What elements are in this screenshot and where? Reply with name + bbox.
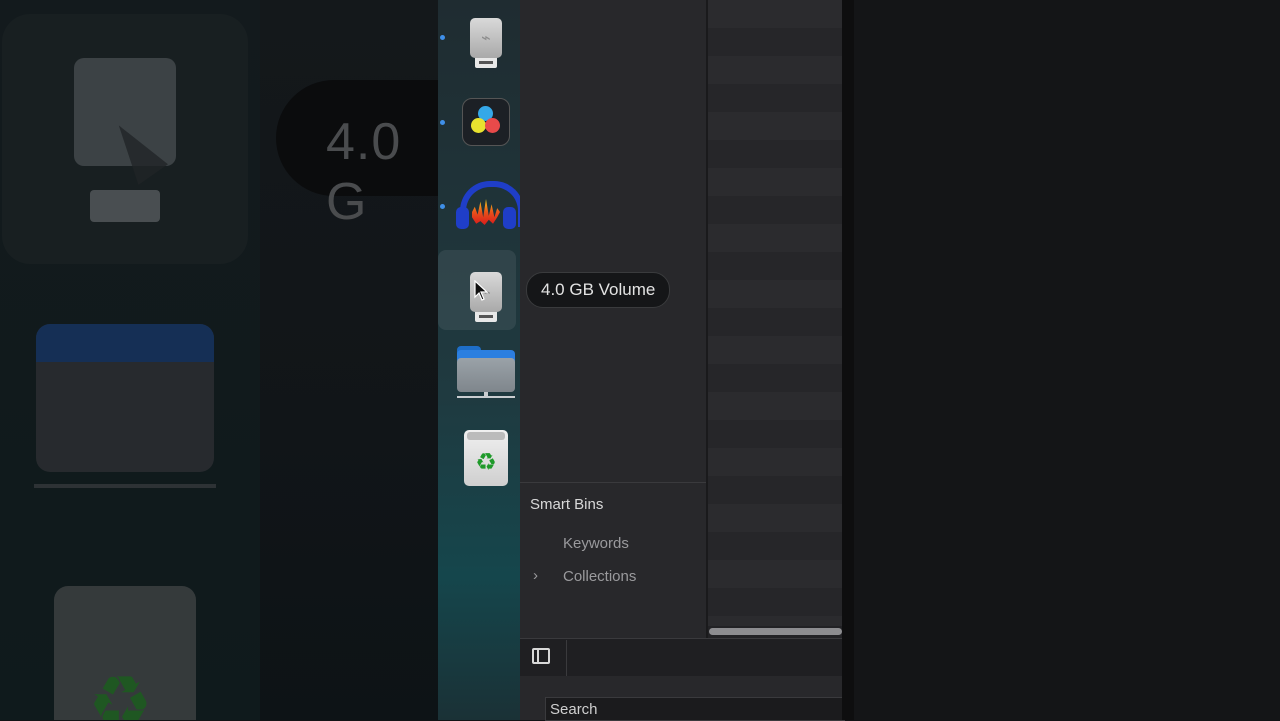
- dock-item-usb-drive[interactable]: ⌁: [456, 8, 516, 68]
- running-indicator: [440, 204, 445, 209]
- desktop-background: [842, 0, 1280, 720]
- mouse-cursor-icon: [474, 280, 488, 301]
- smart-bins-heading: Smart Bins: [530, 496, 604, 513]
- network-folder-icon: [457, 346, 515, 402]
- zoomed-network-line: [34, 484, 216, 488]
- sidebar-item-collections[interactable]: Collections: [563, 568, 636, 585]
- dock: ⌁ ⌁: [438, 0, 524, 720]
- panel-toggle-icon[interactable]: [532, 648, 550, 664]
- divider: [520, 482, 706, 483]
- scrollbar-thumb[interactable]: [709, 628, 842, 635]
- divider: [566, 640, 567, 676]
- dock-item-audacity[interactable]: [456, 176, 524, 236]
- tooltip-label: 4.0 GB Volume: [541, 280, 656, 299]
- zoomed-usb-plug: [90, 190, 160, 222]
- dock-tooltip: 4.0 GB Volume: [526, 272, 671, 308]
- dock-item-network-folder[interactable]: [456, 344, 516, 404]
- dock-item-trash[interactable]: ♻: [456, 428, 516, 488]
- audacity-icon: [456, 179, 524, 233]
- running-indicator: [440, 120, 445, 125]
- trash-icon: ♻: [464, 430, 508, 486]
- zoomed-tooltip-text: 4.0 G: [326, 113, 402, 231]
- chevron-right-icon[interactable]: ›: [533, 567, 538, 584]
- search-input[interactable]: [545, 697, 845, 721]
- running-indicator: [440, 35, 445, 40]
- sidebar-item-keywords[interactable]: Keywords: [563, 535, 629, 552]
- davinci-resolve-icon: [462, 98, 510, 146]
- dock-item-davinci-resolve[interactable]: [456, 92, 516, 152]
- usb-drive-icon: ⌁: [470, 18, 502, 68]
- zoomed-background: 4.0 G ♻: [0, 0, 438, 720]
- clip-list: [708, 0, 842, 626]
- zoomed-recycle-icon: ♻: [88, 663, 153, 720]
- bottom-toolbar: [520, 638, 842, 677]
- zoomed-folder-tab: [36, 324, 214, 362]
